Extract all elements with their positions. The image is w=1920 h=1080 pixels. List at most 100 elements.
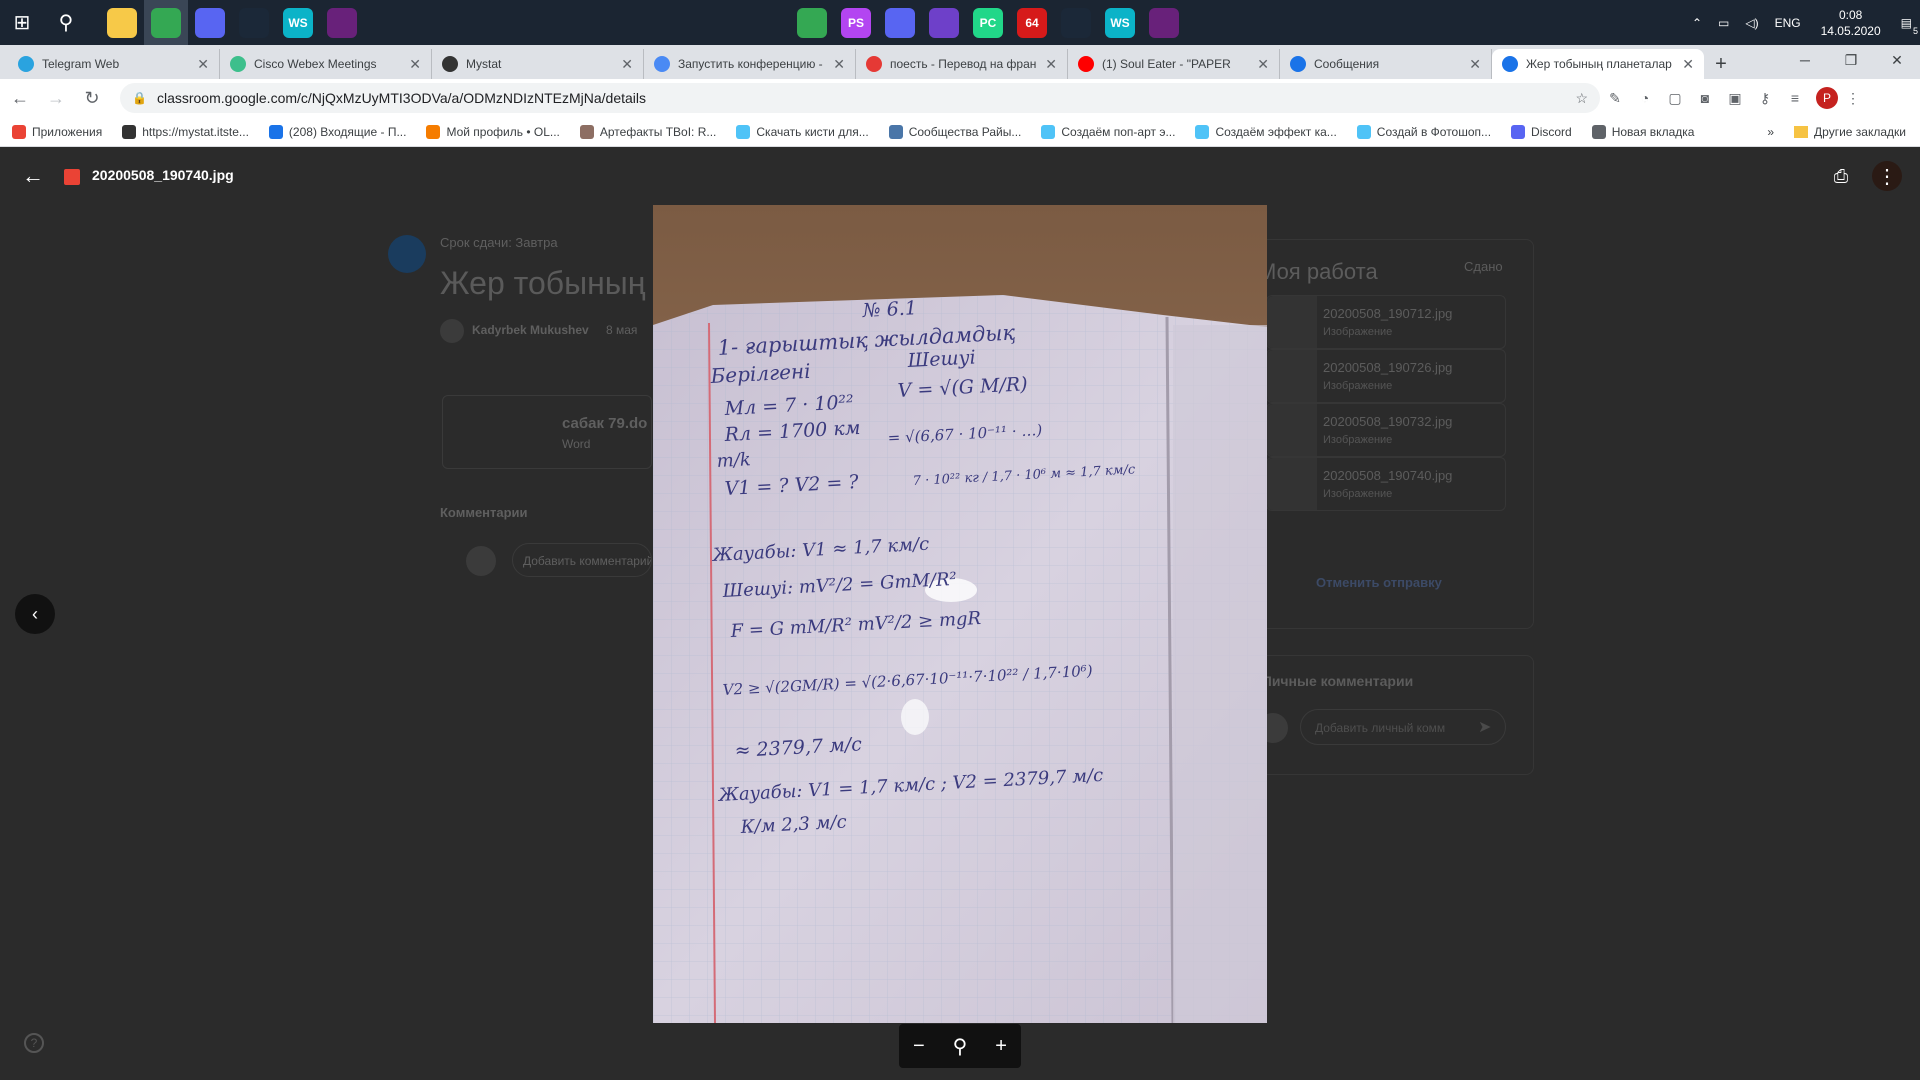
bookmark-label: Сообщества Райы... <box>908 124 1022 139</box>
notification-center-icon[interactable]: ▤ 5 <box>1893 16 1920 36</box>
visual-studio-glyph <box>1149 7 1179 38</box>
file-explorer-icon[interactable] <box>100 0 144 45</box>
profile-avatar[interactable]: P <box>1816 87 1838 109</box>
discord-icon[interactable] <box>878 0 922 45</box>
webstorm-icon[interactable]: WS <box>1098 0 1142 45</box>
chrome-glyph <box>151 7 181 38</box>
close-tab-icon[interactable]: ✕ <box>409 56 421 73</box>
back-arrow-icon[interactable]: ← <box>4 82 36 114</box>
network-icon[interactable]: ▭ <box>1710 16 1737 30</box>
zoom-in-icon[interactable]: + <box>995 1035 1007 1058</box>
bookmark-item[interactable]: (208) Входящие - П... <box>268 124 406 139</box>
key-extension-icon[interactable]: ⚷ <box>1750 83 1780 113</box>
comment-input[interactable]: Добавить комментарий <box>512 543 652 577</box>
discord-icon[interactable] <box>188 0 232 45</box>
forward-arrow-icon[interactable]: → <box>40 82 72 114</box>
bookmark-item[interactable]: Создай в Фотошоп... <box>1356 124 1491 139</box>
windows-start-icon[interactable]: ⊞ <box>0 0 44 45</box>
eyedropper-extension-icon[interactable]: ✎ <box>1600 83 1630 113</box>
clock[interactable]: 0:08 14.05.2020 <box>1809 7 1893 39</box>
bookmark-item[interactable]: https://mystat.itste... <box>122 124 249 139</box>
github-desktop-icon[interactable] <box>922 0 966 45</box>
steam-icon[interactable] <box>232 0 276 45</box>
browser-tab[interactable]: Mystat ✕ <box>432 49 644 79</box>
browser-tab[interactable]: Запустить конференцию - ✕ <box>644 49 856 79</box>
close-tab-icon[interactable]: ✕ <box>1469 56 1481 73</box>
attachment-card[interactable] <box>442 395 652 469</box>
submitted-file[interactable]: 20200508_190732.jpg Изображение <box>1266 403 1506 457</box>
browser-tab[interactable]: Telegram Web ✕ <box>8 49 220 79</box>
bookmark-item[interactable]: Приложения <box>12 124 103 139</box>
browser-tab[interactable]: Cisco Webex Meetings ✕ <box>220 49 432 79</box>
visual-studio-icon[interactable] <box>1142 0 1186 45</box>
volume-icon[interactable]: ◁) <box>1737 16 1766 30</box>
chrome-icon[interactable] <box>790 0 834 45</box>
close-tab-icon[interactable]: ✕ <box>1257 56 1269 73</box>
reload-icon[interactable]: ↻ <box>76 82 108 114</box>
minimize-icon[interactable]: ─ <box>1782 45 1828 75</box>
zoom-reset-icon[interactable]: ⚲ <box>953 1034 968 1059</box>
bookmark-item[interactable]: Мой профиль • OL... <box>426 124 560 139</box>
extension-icon[interactable]: ◔ <box>1630 83 1660 113</box>
submitted-file[interactable]: 20200508_190726.jpg Изображение <box>1266 349 1506 403</box>
extension-icon[interactable]: ▣ <box>1720 83 1750 113</box>
previous-image-button[interactable]: ‹ <box>15 594 55 634</box>
phpstorm-icon[interactable]: PS <box>834 0 878 45</box>
browser-tab[interactable]: Сообщения ✕ <box>1280 49 1492 79</box>
more-options-icon[interactable]: ⋮ <box>1872 161 1902 191</box>
browser-toolbar: ← → ↻ 🔒 classroom.google.com/c/NjQxMzUyM… <box>0 79 1920 117</box>
restore-icon[interactable]: ❐ <box>1828 45 1874 75</box>
close-window-icon[interactable]: ✕ <box>1874 45 1920 75</box>
bookmark-item[interactable]: Новая вкладка <box>1591 124 1694 139</box>
bookmark-item[interactable]: Сообщества Райы... <box>888 124 1022 139</box>
close-tab-icon[interactable]: ✕ <box>1045 56 1057 73</box>
bookmark-item[interactable]: Артефакты TBoI: R... <box>579 124 716 139</box>
bookmark-item[interactable]: Discord <box>1511 124 1572 139</box>
zoom-out-icon[interactable]: − <box>913 1035 925 1058</box>
bookmark-favicon-icon <box>579 124 594 139</box>
new-tab-button[interactable]: + <box>1704 49 1738 79</box>
extension-icon[interactable]: ▢ <box>1660 83 1690 113</box>
address-bar[interactable]: 🔒 classroom.google.com/c/NjQxMzUyMTI3ODV… <box>120 83 1600 113</box>
camera-extension-icon[interactable]: ◙ <box>1690 83 1720 113</box>
unsubmit-button[interactable]: Отменить отправку <box>1316 575 1442 590</box>
browser-tab[interactable]: Жер тобының планеталар ✕ <box>1492 49 1704 79</box>
close-tab-icon[interactable]: ✕ <box>1682 56 1694 73</box>
file-name: 20200508_190732.jpg <box>1323 414 1453 429</box>
lock-icon[interactable]: 🔒 <box>132 91 147 105</box>
webstorm-icon[interactable]: WS <box>276 0 320 45</box>
bookmark-favicon-icon <box>12 124 26 139</box>
other-bookmarks[interactable]: Другие закладки <box>1794 117 1906 147</box>
print-icon[interactable]: ⎙ <box>1826 161 1856 191</box>
search-icon[interactable]: ⚲ <box>44 0 88 45</box>
pycharm-icon[interactable]: PC <box>966 0 1010 45</box>
media-control-icon[interactable]: ≡ <box>1780 83 1810 113</box>
help-icon[interactable]: ? <box>24 1033 44 1053</box>
steam-icon[interactable] <box>1054 0 1098 45</box>
close-tab-icon[interactable]: ✕ <box>197 56 209 73</box>
private-comment-input[interactable]: Добавить личный комм <box>1300 709 1506 745</box>
back-arrow-icon[interactable]: ← <box>18 161 48 191</box>
bookmark-label: Скачать кисти для... <box>756 124 869 139</box>
bookmark-item[interactable]: Скачать кисти для... <box>736 124 869 139</box>
bookmark-item[interactable]: Создаём эффект ка... <box>1195 124 1337 139</box>
file-type: Изображение <box>1323 434 1393 446</box>
file-explorer-glyph <box>107 7 137 38</box>
send-icon[interactable]: ➤ <box>1478 717 1491 737</box>
sixtyfour-icon[interactable]: 64 <box>1010 0 1054 45</box>
bookmark-label: Приложения <box>32 124 103 139</box>
visual-studio-icon[interactable] <box>320 0 364 45</box>
browser-tab[interactable]: (1) Soul Eater - "PAPER ✕ <box>1068 49 1280 79</box>
menu-dots-icon[interactable]: ⋮ <box>1838 83 1868 113</box>
chevron-up-icon[interactable]: ⌃ <box>1684 16 1710 30</box>
submitted-file[interactable]: 20200508_190712.jpg Изображение <box>1266 295 1506 349</box>
more-bookmarks-chevron-icon[interactable]: » <box>1767 125 1774 139</box>
close-tab-icon[interactable]: ✕ <box>621 56 633 73</box>
submitted-file[interactable]: 20200508_190740.jpg Изображение <box>1266 457 1506 511</box>
bookmark-star-icon[interactable]: ☆ <box>1575 90 1588 107</box>
close-tab-icon[interactable]: ✕ <box>833 56 845 73</box>
language-indicator[interactable]: ENG <box>1767 16 1809 30</box>
browser-tab[interactable]: поесть - Перевод на фран ✕ <box>856 49 1068 79</box>
chrome-icon[interactable] <box>144 0 188 45</box>
bookmark-item[interactable]: Создаём поп-арт э... <box>1041 124 1175 139</box>
